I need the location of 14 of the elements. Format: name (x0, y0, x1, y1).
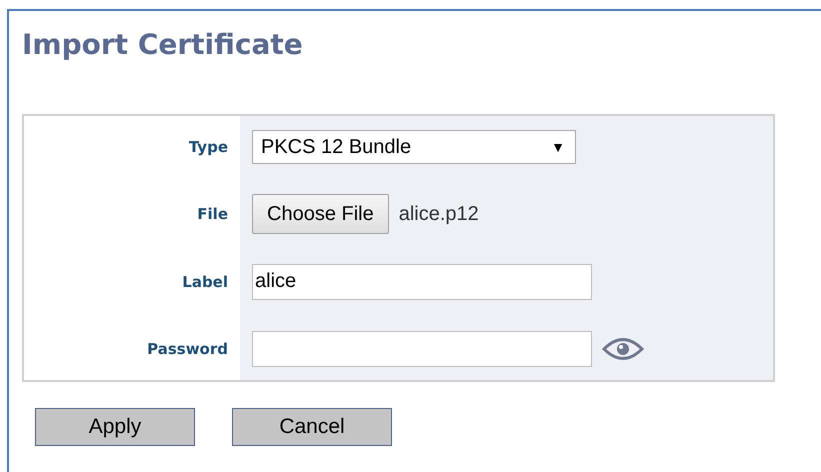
password-field[interactable] (252, 330, 592, 367)
page-title: Import Certificate (22, 27, 304, 63)
field-label: Type (188, 137, 229, 158)
field-label: File (196, 204, 229, 226)
apply-button[interactable]: Apply (35, 408, 195, 446)
dropdown-arrow-icon: ▼ (551, 139, 565, 155)
eye-icon[interactable] (602, 336, 644, 362)
choose-file-button[interactable]: Choose File (252, 194, 389, 234)
file-name: alice.p12 (398, 202, 479, 226)
label-field[interactable]: alice (252, 264, 592, 300)
type-select[interactable]: PKCS 12 Bundle ▼ (252, 130, 576, 164)
cancel-button[interactable]: Cancel (232, 408, 392, 446)
field-label: Label (181, 272, 229, 293)
field-label: Password (146, 338, 229, 360)
